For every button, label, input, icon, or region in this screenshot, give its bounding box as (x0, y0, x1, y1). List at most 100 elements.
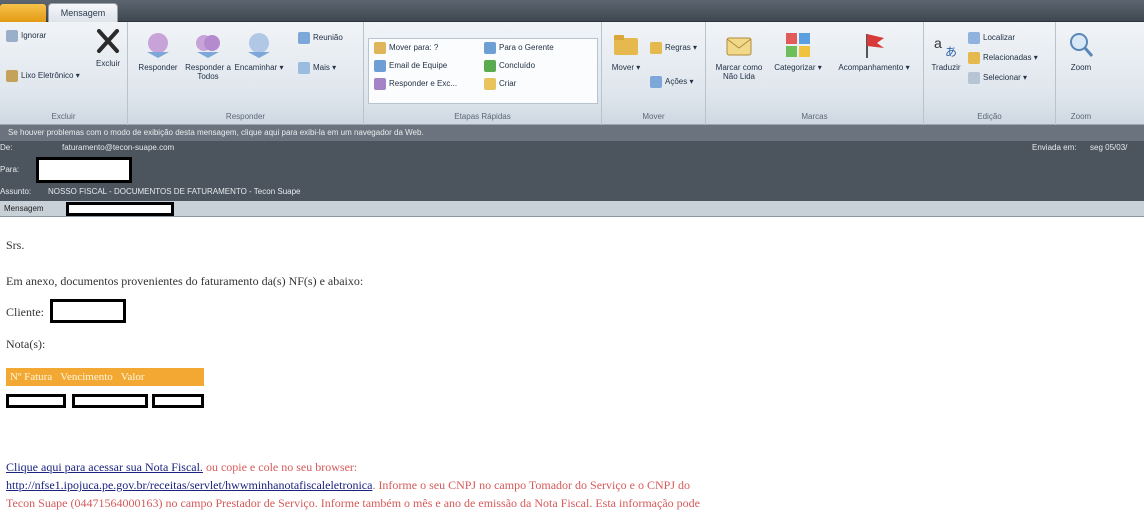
tab-mensagem[interactable]: Mensagem (48, 3, 118, 23)
related-icon (968, 52, 980, 64)
reply-icon (147, 33, 169, 58)
nota-fiscal-link[interactable]: Clique aqui para acessar sua Nota Fiscal… (6, 460, 203, 474)
translate-icon: a あ (934, 35, 957, 59)
message-header: De: faturamento@tecon-suape.com Enviada … (0, 141, 1144, 201)
zoom-button[interactable]: Zoom (1062, 30, 1100, 72)
ignore-button[interactable]: Ignorar (6, 30, 46, 42)
ribbon-tab-strip: Mensagem (0, 0, 1144, 23)
group-label-zoom: Zoom (1070, 112, 1092, 121)
quickstep-reply-delete[interactable]: Responder e Exc... (374, 78, 457, 90)
ignore-icon (6, 30, 18, 42)
subject-label: Assunto: (0, 187, 32, 196)
nota-fiscal-line: Clique aqui para acessar sua Nota Fiscal… (6, 460, 357, 475)
quickstep-team-email[interactable]: Email de Equipe (374, 60, 447, 72)
attachment-bar: Mensagem (0, 201, 1144, 217)
instruction-line-2: Tecon Suape (04471564000163) no campo Pr… (6, 496, 700, 511)
rules-icon (650, 42, 662, 54)
col-valor: Valor (120, 371, 145, 383)
move-button[interactable]: Mover ▾ (608, 30, 644, 72)
from-address[interactable]: faturamento@tecon-suape.com (62, 143, 174, 152)
envelope-icon (726, 37, 752, 56)
greeting: Srs. (6, 238, 25, 252)
info-bar[interactable]: Se houver problemas com o modo de exibiç… (0, 125, 1144, 141)
mark-unread-button[interactable]: Marcar como Não Lida (710, 30, 768, 81)
select-cursor-icon (968, 72, 980, 84)
to-label: Para: (0, 165, 20, 174)
junk-icon (6, 70, 18, 82)
intro-text: Em anexo, documentos provenientes do fat… (6, 274, 364, 288)
quickstep-create[interactable]: Criar (484, 78, 516, 90)
select-button[interactable]: Selecionar ▾ (968, 72, 1027, 84)
checkmark-icon (484, 60, 496, 72)
redacted-fatura (6, 394, 66, 408)
sent-label: Enviada em: (1032, 143, 1077, 152)
redacted-vencimento (72, 394, 148, 408)
redacted-attachment (66, 202, 174, 216)
group-marcas: Marcar como Não Lida Categorizar ▾ Acomp… (706, 22, 924, 125)
svg-text:あ: あ (945, 45, 957, 59)
attachment-message-tab[interactable]: Mensagem (4, 204, 44, 213)
more-icon (298, 62, 310, 74)
binoculars-icon (968, 32, 980, 44)
group-label-mover: Mover (642, 112, 665, 121)
calendar-icon (298, 32, 310, 44)
group-edicao: a あ Traduzir Localizar Relacionadas ▾ Se… (924, 22, 1056, 125)
group-label-responder: Responder (225, 112, 266, 121)
categorize-button[interactable]: Categorizar ▾ (770, 30, 826, 72)
col-vencimento: Vencimento (60, 371, 113, 383)
group-quick-steps: Mover para: ? Email de Equipe Responder … (364, 22, 602, 125)
magnifier-icon (1070, 33, 1094, 57)
delete-x-icon (97, 29, 119, 53)
group-label-quick-steps: Etapas Rápidas (454, 112, 511, 121)
actions-icon (650, 76, 662, 88)
redacted-recipient (36, 157, 132, 183)
group-mover: Mover ▾ Regras ▾ Ações ▾ Mover (602, 22, 706, 125)
reply-all-icon (196, 35, 220, 58)
flag-icon (866, 34, 884, 58)
url-line: http://nfse1.ipojuca.pe.gov.br/receitas/… (6, 478, 690, 493)
quickstep-done[interactable]: Concluído (484, 60, 535, 72)
translate-button[interactable]: a あ Traduzir (928, 30, 964, 72)
find-button[interactable]: Localizar (968, 32, 1015, 44)
group-label-excluir: Excluir (51, 112, 76, 121)
quickstep-to-manager[interactable]: Para o Gerente (484, 42, 554, 54)
move-folder-icon (614, 35, 638, 55)
ribbon: Ignorar Lixo Eletrônico ▾ Excluir Exclui… (0, 22, 1144, 125)
svg-text:a: a (934, 35, 942, 51)
actions-button[interactable]: Ações ▾ (650, 76, 693, 88)
notas-label: Nota(s): (6, 337, 46, 351)
group-label-marcas: Marcas (801, 112, 828, 121)
redacted-client (50, 299, 126, 323)
col-fatura: Nº Fatura (10, 371, 53, 383)
cliente-label: Cliente: (6, 305, 44, 319)
group-excluir: Ignorar Lixo Eletrônico ▾ Excluir Exclui… (0, 22, 128, 125)
to-manager-icon (484, 42, 496, 54)
reply-all-button[interactable]: Responder a Todos (184, 30, 232, 81)
delete-button[interactable]: Excluir (90, 26, 126, 68)
group-zoom: Zoom Zoom (1056, 22, 1106, 125)
forward-button[interactable]: Encaminhar ▾ (234, 30, 284, 72)
group-label-edicao: Edição (977, 112, 1002, 121)
meeting-button[interactable]: Reunião (298, 32, 343, 44)
quickstep-move-to[interactable]: Mover para: ? (374, 42, 438, 54)
reply-button[interactable]: Responder (136, 30, 180, 72)
subject-text: NOSSO FISCAL - DOCUMENTOS DE FATURAMENTO… (48, 187, 301, 196)
nfse-url-link[interactable]: http://nfse1.ipojuca.pe.gov.br/receitas/… (6, 478, 372, 492)
instruction-text-2: Tecon Suape (04471564000163) no campo Pr… (6, 496, 700, 510)
junk-button[interactable]: Lixo Eletrônico ▾ (6, 70, 80, 82)
sent-value: seg 05/03/ (1090, 143, 1128, 152)
create-new-icon (484, 78, 496, 90)
rules-button[interactable]: Regras ▾ (650, 42, 697, 54)
reply-delete-icon (374, 78, 386, 90)
file-tab[interactable] (0, 4, 46, 22)
more-button[interactable]: Mais ▾ (298, 62, 336, 74)
invoice-table-header: Nº Fatura Vencimento Valor (6, 368, 204, 386)
forward-icon (248, 33, 270, 58)
categorize-icon (786, 33, 810, 57)
copy-paste-text: ou copie e cole no seu browser: (202, 460, 358, 474)
group-responder: Responder Responder a Todos Encaminhar ▾… (128, 22, 364, 125)
follow-up-button[interactable]: Acompanhamento ▾ (830, 30, 918, 72)
redacted-valor (152, 394, 204, 408)
instruction-text-1: . Informe o seu CNPJ no campo Tomador do… (372, 478, 691, 492)
related-button[interactable]: Relacionadas ▾ (968, 52, 1038, 64)
